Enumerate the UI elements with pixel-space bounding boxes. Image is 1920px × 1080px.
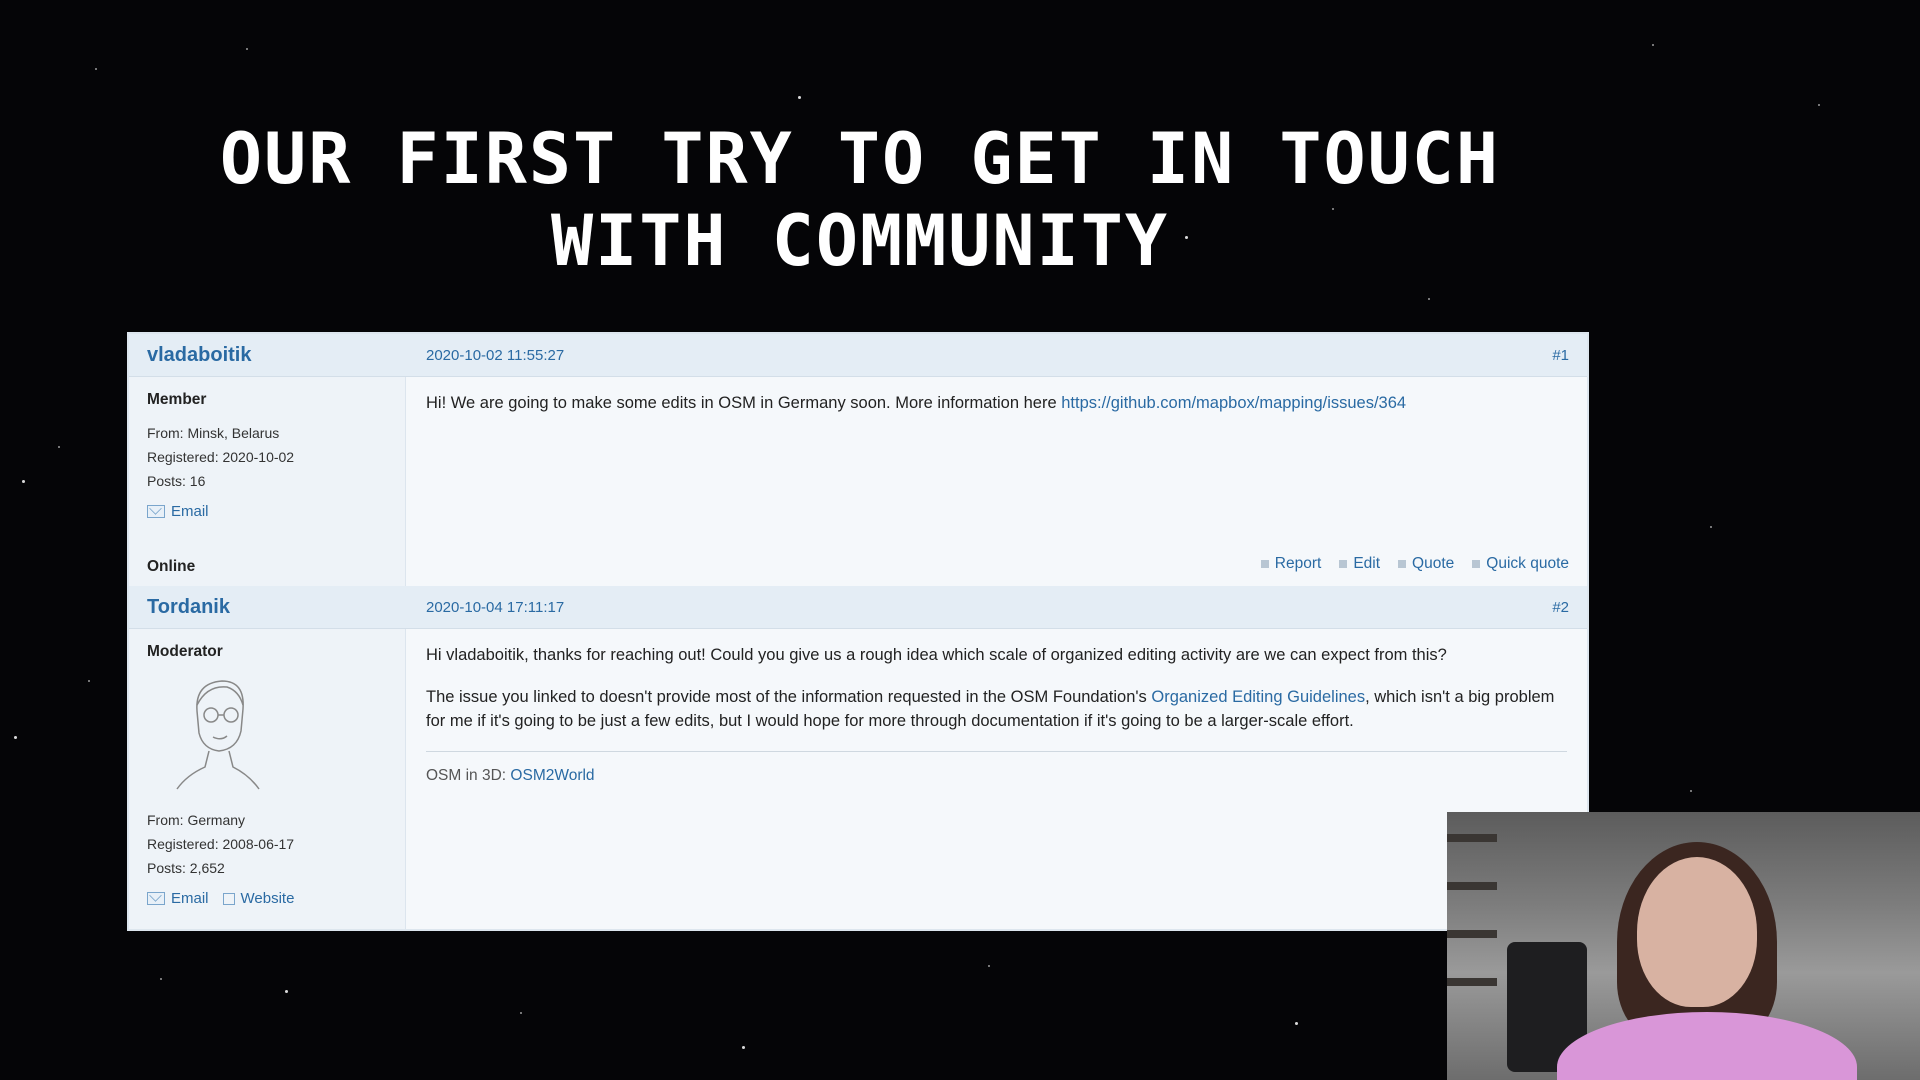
envelope-icon (147, 892, 165, 905)
message-paragraph: The issue you linked to doesn't provide … (426, 685, 1567, 733)
forum-post: vladaboitik 2020-10-02 11:55:27 #1 Membe… (129, 334, 1587, 586)
signature-text: OSM in 3D: (426, 767, 511, 784)
guidelines-link[interactable]: Organized Editing Guidelines (1151, 688, 1365, 706)
post-header: Tordanik 2020-10-04 17:11:17 #2 (129, 586, 1587, 629)
website-label: Website (240, 890, 295, 907)
star (58, 446, 60, 448)
edit-label: Edit (1353, 555, 1381, 572)
website-link[interactable]: Website (222, 890, 295, 907)
shelf (1447, 978, 1497, 986)
bullet-icon (1260, 560, 1269, 568)
star (798, 96, 801, 99)
star (1710, 526, 1712, 528)
author-location: From: Minsk, Belarus (147, 425, 280, 441)
star (285, 990, 288, 993)
author-contacts: Email Website (147, 890, 387, 907)
star (14, 736, 17, 739)
email-link[interactable]: Email (147, 503, 209, 520)
author-contacts: Email (147, 503, 387, 520)
slide-title: OUR FIRST TRY TO GET IN TOUCH WITH COMMU… (219, 118, 1501, 282)
post-number[interactable]: #2 (1552, 599, 1569, 616)
email-label: Email (171, 503, 209, 520)
shelf (1447, 930, 1497, 938)
forum-thread: vladaboitik 2020-10-02 11:55:27 #1 Membe… (127, 332, 1589, 931)
star (88, 680, 90, 682)
author-role: Moderator (147, 643, 223, 660)
post-actions: Report Edit Quote Quick quote (1260, 552, 1569, 576)
star (1652, 44, 1654, 46)
star (160, 978, 162, 980)
avatar (176, 680, 260, 790)
signature: OSM in 3D: OSM2World (426, 764, 1567, 788)
post-content: Hi vladaboitik, thanks for reaching out!… (406, 629, 1587, 929)
email-label: Email (171, 890, 209, 907)
bullet-icon (1398, 560, 1407, 568)
star (1818, 104, 1820, 106)
star (742, 1046, 745, 1049)
quote-label: Quote (1412, 555, 1455, 572)
email-link[interactable]: Email (147, 890, 209, 907)
report-label: Report (1274, 555, 1322, 572)
online-status: Online (147, 558, 196, 575)
star (1690, 790, 1692, 792)
author-post-count: Posts: 2,652 (147, 860, 225, 876)
quote-button[interactable]: Quote (1398, 552, 1454, 576)
star (246, 48, 248, 50)
bullet-icon (1472, 560, 1481, 568)
edit-button[interactable]: Edit (1339, 552, 1380, 576)
author-name[interactable]: Tordanik (147, 596, 230, 619)
webcam-overlay (1447, 812, 1920, 1080)
author-post-count: Posts: 16 (147, 473, 206, 489)
external-link-icon (222, 892, 235, 905)
quick-quote-label: Quick quote (1486, 555, 1569, 572)
star (1295, 1022, 1298, 1025)
author-registered: Registered: 2008-06-17 (147, 836, 295, 852)
shelf (1447, 882, 1497, 890)
author-name[interactable]: vladaboitik (147, 344, 251, 367)
author-sidebar: Member From: Minsk, Belarus Registered: … (129, 377, 406, 586)
author-location: From: Germany (147, 812, 246, 828)
osm2world-link[interactable]: OSM2World (510, 767, 594, 784)
message-text: Hi! We are going to make some edits in O… (426, 394, 1062, 412)
author-sidebar: Moderator From: Germany Registered: 2008… (129, 629, 406, 929)
envelope-icon (147, 505, 165, 518)
report-button[interactable]: Report (1260, 552, 1322, 576)
star (520, 1012, 522, 1014)
bullet-icon (1339, 560, 1348, 568)
signature-divider (426, 751, 1567, 752)
post-body: Moderator From: Germany Registered: 2008… (129, 629, 1587, 929)
post-content: Hi! We are going to make some edits in O… (406, 377, 1587, 586)
presenter-body (1557, 1012, 1857, 1080)
star (988, 965, 990, 967)
post-date[interactable]: 2020-10-04 17:11:17 (426, 599, 564, 616)
star (1428, 298, 1430, 300)
shelf (1447, 834, 1497, 842)
post-header: vladaboitik 2020-10-02 11:55:27 #1 (129, 334, 1587, 377)
presenter-face (1637, 857, 1757, 1007)
star (95, 68, 97, 70)
forum-post: Tordanik 2020-10-04 17:11:17 #2 Moderato… (129, 586, 1587, 929)
message-paragraph: Hi vladaboitik, thanks for reaching out!… (426, 646, 1447, 664)
author-role: Member (147, 391, 207, 408)
author-registered: Registered: 2020-10-02 (147, 449, 295, 465)
post-body: Member From: Minsk, Belarus Registered: … (129, 377, 1587, 586)
quick-quote-button[interactable]: Quick quote (1472, 552, 1569, 576)
post-date[interactable]: 2020-10-02 11:55:27 (426, 347, 564, 364)
github-issue-link[interactable]: https://github.com/mapbox/mapping/issues… (1061, 394, 1406, 412)
star (22, 480, 25, 483)
post-number[interactable]: #1 (1552, 347, 1569, 364)
paragraph-text: The issue you linked to doesn't provide … (426, 688, 1152, 706)
